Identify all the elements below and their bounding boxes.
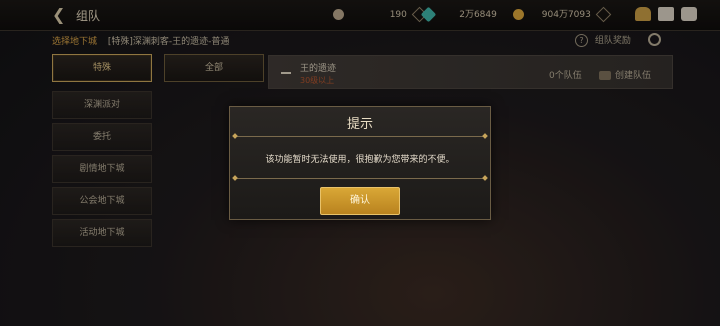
confirm-button[interactable]: 确认 [320,187,400,215]
dialog-title: 提示 [346,117,373,132]
notice-dialog: 提示 该功能暂时无法使用，很抱歉为您带来的不便。 确认 [229,106,491,220]
divider-bottom [235,178,485,179]
divider-top [235,136,485,137]
dialog-message: 该功能暂时无法使用，很抱歉为您带来的不便。 [265,155,455,165]
